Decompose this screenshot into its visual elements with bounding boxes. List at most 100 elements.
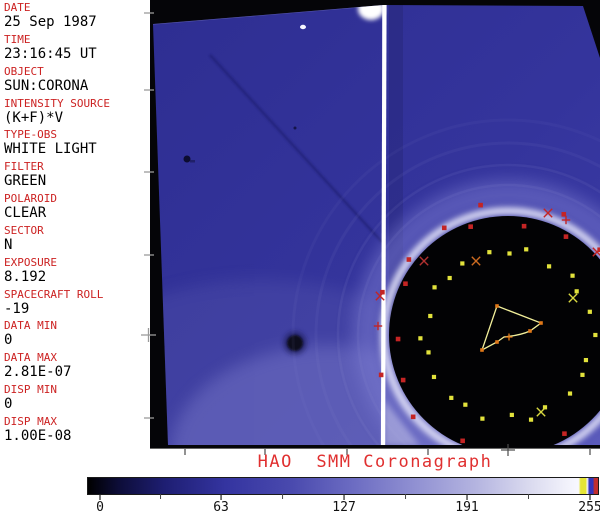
inner-yellow-ring-dot xyxy=(580,372,585,377)
inner-yellow-ring-dot xyxy=(583,357,589,363)
inner-yellow-ring-dot xyxy=(432,285,437,290)
inner-yellow-ring-dot xyxy=(509,412,514,418)
field-value: WHITE LIGHT xyxy=(4,141,97,158)
field-date: DATE 25 Sep 1987 xyxy=(0,2,150,34)
inner-yellow-ring-dot xyxy=(587,309,592,314)
field-label: INTENSITY SOURCE xyxy=(4,97,110,110)
field-data-min: DATA MIN 0 xyxy=(0,320,150,352)
inner-yellow-ring-dot xyxy=(507,251,512,256)
colorbar-tick-label: 127 xyxy=(332,500,355,512)
inner-yellow-ring-dot xyxy=(463,402,468,407)
field-value: 8.192 xyxy=(4,268,47,285)
field-label: DATA MAX xyxy=(4,352,57,365)
colorbar-tick-label: 255 xyxy=(578,500,600,512)
inner-yellow-ring-dot xyxy=(480,416,485,421)
field-label: SECTOR xyxy=(4,224,44,237)
field-sector: SECTOR N xyxy=(0,225,150,257)
field-label: DISP MIN xyxy=(4,384,57,397)
outer-red-ring-dot xyxy=(460,438,465,444)
field-label: DATE xyxy=(4,2,31,14)
inner-yellow-ring-dot xyxy=(574,289,579,294)
inner-yellow-ring-dot xyxy=(418,336,423,341)
field-value: CLEAR xyxy=(4,205,47,222)
coronagraph-image[interactable] xyxy=(140,0,600,458)
colorbar-axis: 0 63 127 191 255 xyxy=(96,494,600,512)
field-time: TIME 23:16:45 UT xyxy=(0,34,150,66)
field-data-max: DATA MAX 2.81E-07 xyxy=(0,352,150,384)
pylon-streak xyxy=(380,5,387,445)
field-label: FILTER xyxy=(4,161,44,174)
field-label: POLAROID xyxy=(4,193,57,206)
field-value: 25 Sep 1987 xyxy=(4,14,97,30)
colorbar-tick-label: 0 xyxy=(96,500,104,512)
field-label: SPACECRAFT ROLL xyxy=(4,288,104,301)
polygon-vertex-marker xyxy=(528,329,532,333)
field-label: DISP MAX xyxy=(4,415,57,428)
field-label: OBJECT xyxy=(4,65,44,78)
inner-yellow-ring-dot xyxy=(449,395,454,400)
polygon-vertex-marker xyxy=(480,348,484,352)
field-value: N xyxy=(4,236,13,253)
field-label: DATA MIN xyxy=(4,320,57,333)
dust-blob xyxy=(287,335,303,351)
field-value: 1.00E-08 xyxy=(4,427,72,444)
field-label: TYPE-OBS xyxy=(4,129,57,142)
field-spacecraft-roll: SPACECRAFT ROLL -19 xyxy=(0,289,150,321)
dark-speck-tail xyxy=(190,160,195,163)
field-value: 0 xyxy=(4,396,13,413)
field-filter: FILTER GREEN xyxy=(0,161,150,193)
outer-red-ring-dot xyxy=(468,224,473,229)
field-polaroid: POLAROID CLEAR xyxy=(0,193,150,225)
field-object: OBJECT SUN:CORONA xyxy=(0,66,150,98)
inner-yellow-ring-dot xyxy=(593,332,598,338)
outer-red-ring-dot xyxy=(563,234,569,239)
inner-yellow-ring-dot xyxy=(431,374,437,380)
inner-yellow-ring-dot xyxy=(447,275,452,281)
inner-yellow-ring-dot xyxy=(567,391,573,396)
field-intensity-source: INTENSITY SOURCE (K+F)*V xyxy=(0,98,150,130)
metadata-panel: DATE 25 Sep 1987 TIME 23:16:45 UT OBJECT SUN:… xyxy=(0,2,150,448)
field-value: SUN:CORONA xyxy=(4,77,89,94)
inner-yellow-ring-dot xyxy=(570,273,575,278)
field-exposure: EXPOSURE 8.192 xyxy=(0,257,150,289)
inner-yellow-ring-dot xyxy=(428,313,433,319)
field-value: GREEN xyxy=(4,173,47,190)
polygon-vertex-marker xyxy=(539,321,543,325)
polygon-vertex-marker xyxy=(495,304,499,308)
colorbar-tick-label: 63 xyxy=(213,500,229,512)
outer-red-ring-dot xyxy=(400,377,406,383)
outer-red-ring-dot xyxy=(406,257,412,262)
field-value: -19 xyxy=(4,300,30,317)
white-speck xyxy=(300,24,306,30)
field-label: TIME xyxy=(4,33,31,46)
inner-yellow-ring-dot xyxy=(487,250,492,255)
field-label: EXPOSURE xyxy=(4,256,57,269)
field-value: (K+F)*V xyxy=(4,109,64,126)
field-value: 2.81E-07 xyxy=(4,364,72,381)
field-disp-min: DISP MIN 0 xyxy=(0,384,150,416)
image-caption: HAO SMM Coronagraph xyxy=(257,452,493,472)
colorbar-gradient xyxy=(87,477,599,495)
inner-yellow-ring-dot xyxy=(524,247,529,252)
outer-red-ring-dot xyxy=(395,336,401,342)
polygon-vertex-marker xyxy=(495,340,499,344)
outer-red-ring-dot xyxy=(478,202,483,208)
inner-yellow-ring-dot xyxy=(460,261,465,266)
inner-yellow-ring-dot xyxy=(426,350,431,355)
dark-speck-small xyxy=(293,126,297,130)
field-value: 0 xyxy=(4,332,13,349)
inner-yellow-ring-dot xyxy=(528,417,534,422)
field-disp-max: DISP MAX 1.00E-08 xyxy=(0,416,150,448)
outer-red-ring-dot xyxy=(441,225,447,231)
outer-red-ring-dot xyxy=(403,281,408,287)
smm-viewer-window: DATE 25 Sep 1987 TIME 23:16:45 UT OBJECT SUN:… xyxy=(0,0,600,512)
field-value: 23:16:45 UT xyxy=(4,45,97,62)
outer-red-ring-dot xyxy=(378,372,384,378)
outer-red-ring-dot xyxy=(521,223,527,229)
dark-speck xyxy=(183,155,191,163)
field-type-obs: TYPE-OBS WHITE LIGHT xyxy=(0,129,150,161)
outer-red-ring-dot xyxy=(410,414,416,420)
outer-red-ring-dot xyxy=(562,431,567,436)
inner-yellow-ring-dot xyxy=(546,264,552,269)
colorbar-tick-label: 191 xyxy=(455,500,478,512)
